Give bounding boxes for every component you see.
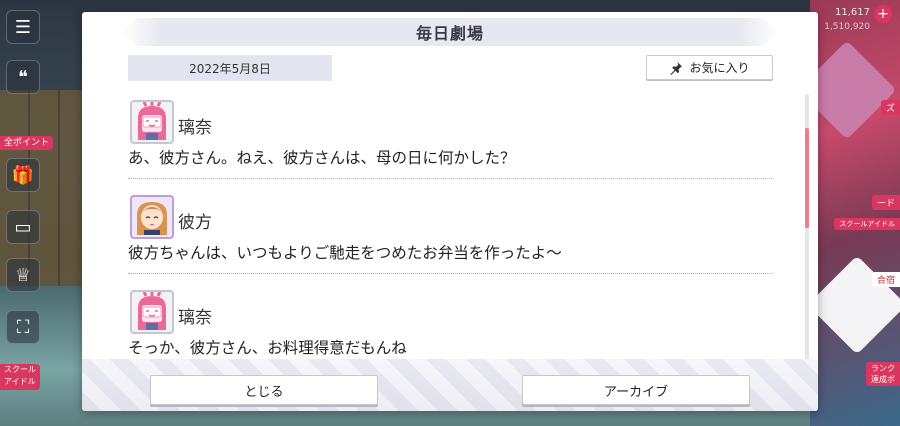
dialogue-entry: 璃奈 あ、彼方さん。ねえ、彼方さんは、母の日に何かした？	[128, 94, 772, 189]
school-idol-tag: スクール アイドル	[0, 364, 40, 390]
menu-icon[interactable]: ☰	[6, 10, 40, 44]
trophy-icon[interactable]: ♕	[6, 258, 40, 292]
dialog-title-bar: 毎日劇場	[122, 18, 778, 46]
divider	[128, 178, 772, 179]
rina-avatar	[130, 100, 174, 144]
right-tag: ズ	[880, 100, 900, 115]
speaker-name: 璃奈	[178, 308, 212, 328]
scrollbar-thumb[interactable]	[805, 128, 809, 228]
dialogue-entry: 彼方 彼方ちゃんは、いつもよりご馳走をつめたお弁当を作ったよ〜	[128, 189, 772, 284]
right-tag: ード	[871, 195, 900, 210]
right-tag: ランク 達成ボ	[866, 362, 900, 386]
fullscreen-icon[interactable]: ⛶	[6, 310, 40, 344]
add-currency-button[interactable]: +	[874, 5, 892, 23]
favorite-button[interactable]: お気に入り	[646, 55, 773, 80]
rina-avatar	[130, 290, 174, 334]
right-tag: 合宿	[871, 272, 900, 287]
close-button[interactable]: とじる	[150, 375, 378, 405]
right-tag: スクールアイドル	[834, 218, 900, 230]
chat-icon[interactable]: ❝	[6, 60, 40, 94]
currency-sub: 1,510,920	[824, 22, 870, 32]
dialog-title: 毎日劇場	[415, 24, 484, 43]
speaker-name: 彼方	[178, 213, 212, 233]
gift-icon[interactable]: 🎁	[6, 158, 40, 192]
monitor-icon[interactable]: ▭	[6, 210, 40, 244]
dialogue-line: そっか、彼方さん、お料理得意だもんね	[128, 339, 407, 357]
dialogue-entry: 璃奈 そっか、彼方さん、お料理得意だもんね	[128, 284, 772, 364]
dialogue-list[interactable]: 璃奈 あ、彼方さん。ねえ、彼方さんは、母の日に何かした？ 彼方 彼方ちゃんは、い…	[128, 94, 772, 364]
favorite-label: お気に入り	[689, 61, 750, 75]
divider	[128, 273, 772, 274]
daily-theater-dialog: 毎日劇場 2022年5月8日 お気に入り 璃奈 あ、彼方さん。ねえ、彼方さんは、…	[82, 12, 818, 411]
kanata-avatar	[130, 195, 174, 239]
points-tag: 全ポイント	[0, 136, 54, 150]
dialogue-line: あ、彼方さん。ねえ、彼方さんは、母の日に何かした？	[128, 149, 516, 167]
speaker-name: 璃奈	[178, 118, 212, 138]
currency-counter: 11,617 1,510,920	[824, 6, 870, 34]
scrollbar[interactable]	[805, 94, 809, 364]
archive-button[interactable]: アーカイブ	[522, 375, 750, 405]
currency-main: 11,617	[835, 7, 870, 18]
date-label: 2022年5月8日	[128, 55, 332, 81]
dialogue-line: 彼方ちゃんは、いつもよりご馳走をつめたお弁当を作ったよ〜	[128, 244, 562, 262]
pin-icon	[669, 61, 683, 75]
